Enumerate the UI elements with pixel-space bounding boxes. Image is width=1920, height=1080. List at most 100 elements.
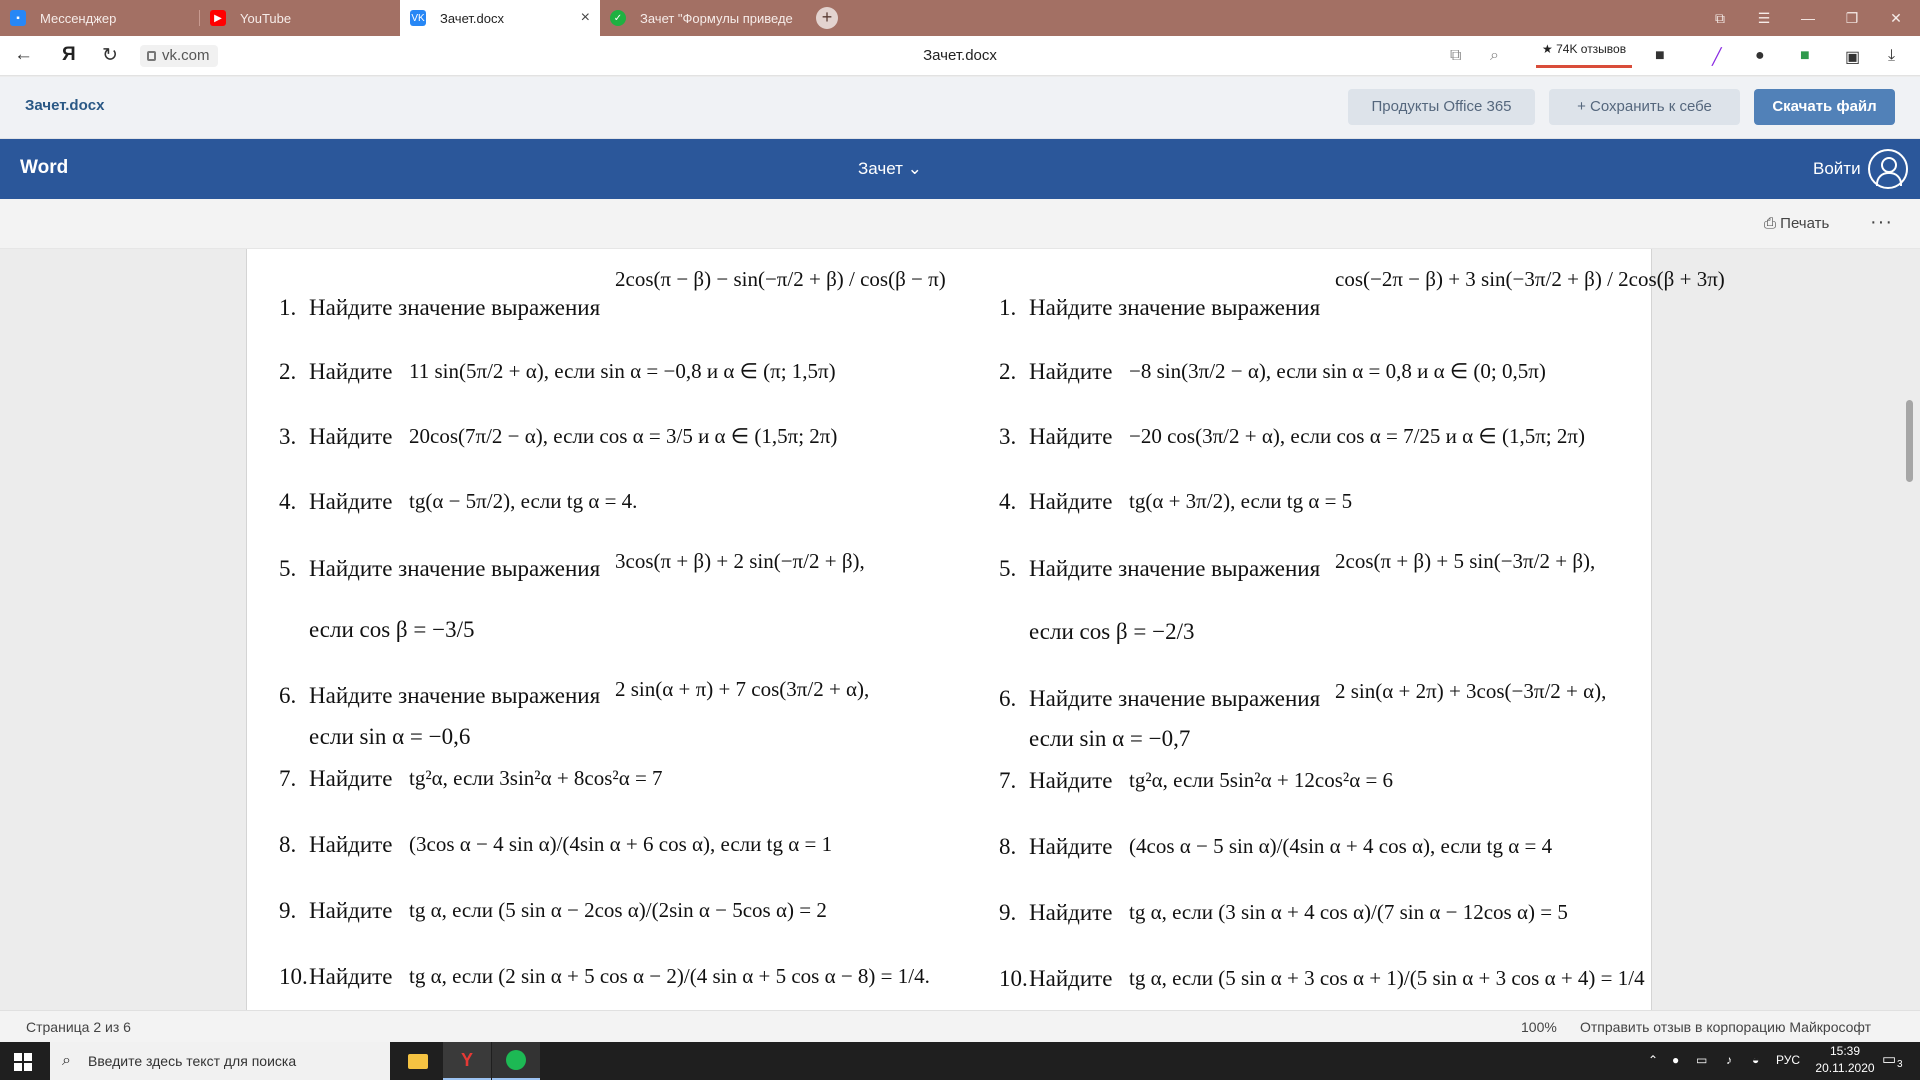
task-number: 7. [999,768,1017,793]
task-label: Найдите значение выражения [309,295,601,320]
task-item-right-5: 5. Найдите значение выражения [999,556,1320,582]
task-label: Найдите [1029,424,1113,449]
task-number: 9. [279,898,297,923]
tab-messenger[interactable]: ▪ Мессенджер [0,0,200,36]
task-expression: tg α, если (5 sin α + 3 cos α + 1)/(5 si… [1129,966,1645,990]
task-expression: −20 cos(3π/2 + α), если cos α = 7/25 и α… [1129,424,1585,448]
youtube-icon: ▶ [210,10,226,26]
pen-icon[interactable]: ╱ [1712,47,1722,67]
language-indicator[interactable]: РУС [1776,1053,1800,1067]
task-item-left-8: 8. Найдите [279,832,392,858]
lightbulb-icon[interactable]: ● [1755,47,1765,65]
task-expression: 2cos(π − β) − sin(−π/2 + β) / cos(β − π) [615,267,946,291]
spotify-icon[interactable] [492,1042,540,1080]
volume-icon[interactable]: ♪ [1726,1053,1732,1067]
task-expression: (3cos α − 4 sin α)/(4sin α + 6 cos α), е… [409,832,833,856]
task-condition: если sin α = −0,6 [309,724,471,749]
file-explorer-icon[interactable] [394,1042,442,1080]
task-item-left-3: 3. Найдите [279,424,392,450]
close-window-icon[interactable]: ✕ [1874,0,1918,36]
task-label: Найдите [309,898,393,923]
task-label: Найдите [1029,489,1113,514]
task-item-right-7: 7. Найдите [999,768,1112,794]
task-label: Найдите значение выражения [1029,686,1321,711]
task-item-right-8: 8. Найдите [999,834,1112,860]
wifi-icon[interactable]: ◒ [1752,1053,1759,1067]
task-condition: если cos β = −2/3 [1029,619,1195,644]
reviews-badge[interactable]: ★ 74K отзывов [1536,42,1633,68]
taskbar-search-box[interactable]: ⌕ Введите здесь текст для поиска [50,1042,390,1080]
restore-icon[interactable]: ❐ [1830,0,1874,36]
task-condition: если sin α = −0,7 [1029,726,1191,751]
tab-youtube[interactable]: ▶ YouTube [200,0,400,36]
tab-label: Зачет.docx [440,10,504,26]
task-label: Найдите [1029,966,1113,991]
tab-zachet-formuly[interactable]: ✓ Зачет "Формулы приведе [600,0,800,36]
address-bar: ← Я ↻ vk.com Зачет.docx ⧉ ⌕ ★ 74K отзыво… [0,36,1920,76]
more-options-button[interactable]: ··· [1870,211,1893,234]
menu-icon[interactable]: ☰ [1742,0,1786,36]
task-number: 5. [279,556,297,581]
windows-start-icon[interactable] [14,1053,32,1071]
browser-tab-strip: ▪ Мессенджер ▶ YouTube VK Зачет.docx × ✓… [0,0,1920,36]
clock-date[interactable]: 20.11.2020 [1807,1061,1883,1075]
clock-time[interactable]: 15:39 [1817,1044,1873,1058]
document-page: 1. Найдите значение выражения 2cos(π − β)… [246,249,1725,1010]
task-item-right-9: 9. Найдите [999,900,1112,926]
task-expression: cos(−2π − β) + 3 sin(−3π/2 + β) / 2cos(β… [1335,267,1725,291]
collections-icon[interactable]: ▣ [1845,47,1860,67]
zoom-icon[interactable]: ⌕ [1490,47,1499,65]
save-to-profile-button[interactable]: + Сохранить к себе [1549,89,1740,125]
windows-taskbar: ⌕ Введите здесь текст для поиска Y ⌃ ● ▭… [0,1042,1920,1080]
task-item-left-7: 7. Найдите [279,766,392,792]
task-expression: tg(α + 3π/2), если tg α = 5 [1129,489,1353,513]
task-label: Найдите [1029,768,1113,793]
network-icon[interactable]: ▭ [1696,1053,1707,1067]
bookmarks-icon[interactable]: ⧉ [1698,0,1742,36]
chevron-up-icon[interactable]: ⌃ [1648,1053,1658,1067]
user-avatar-icon[interactable] [1868,149,1908,189]
minimize-icon[interactable]: — [1786,0,1830,36]
task-expression: tg(α − 5π/2), если tg α = 4. [409,489,638,513]
task-item-left-1: 1. Найдите значение выражения [279,295,600,321]
tabs-icon[interactable]: ⧉ [1450,47,1461,65]
microphone-icon[interactable]: ● [1672,1053,1679,1067]
task-number: 9. [999,900,1017,925]
extension-icon[interactable]: ■ [1800,47,1810,65]
task-item-right-6: 6. Найдите значение выражения [999,686,1320,712]
task-expression: tg α, если (2 sin α + 5 cos α − 2)/(4 si… [409,964,930,988]
word-app-name[interactable]: Word [20,157,68,179]
task-number: 4. [279,489,297,514]
task-number: 5. [999,556,1017,581]
task-label: Найдите значение выражения [309,683,601,708]
new-tab-button[interactable]: + [816,7,838,29]
zoom-level[interactable]: 100% [1521,1019,1557,1035]
task-label: Найдите [309,766,393,791]
bookmark-icon[interactable]: ■ [1655,47,1665,65]
task-label: Найдите значение выражения [1029,295,1321,320]
task-label: Найдите значение выражения [309,556,601,581]
task-item-right-1: 1. Найдите значение выражения [999,295,1320,321]
vk-icon: VK [410,10,426,26]
signin-button[interactable]: Войти [1813,159,1861,179]
feedback-link[interactable]: Отправить отзыв в корпорацию Майкрософт [1580,1019,1871,1035]
vk-filename[interactable]: Зачет.docx [25,97,104,114]
download-icon[interactable]: ⤓ [1888,47,1895,65]
download-file-button[interactable]: Скачать файл [1754,89,1895,125]
office365-products-button[interactable]: Продукты Office 365 [1348,89,1535,125]
task-item-left-9: 9. Найдите [279,898,392,924]
task-label: Найдите [1029,834,1113,859]
print-button[interactable]: ⎙ Печать [1764,215,1829,232]
yandex-browser-icon[interactable]: Y [443,1042,491,1080]
document-title-dropdown[interactable]: Зачет ⌄ [858,159,922,179]
close-tab-icon[interactable]: × [581,9,590,27]
tab-zachet-docx[interactable]: VK Зачет.docx × [400,0,600,36]
document-viewport[interactable]: 1. Найдите значение выражения 2cos(π − β)… [0,249,1920,1010]
task-label: Найдите [1029,900,1113,925]
task-label: Найдите [309,489,393,514]
tab-label: YouTube [240,10,292,26]
task-number: 6. [999,686,1017,711]
notification-center-icon[interactable]: ▭ [1882,1050,1896,1068]
vertical-scrollbar-thumb[interactable] [1906,400,1913,482]
task-label: Найдите значение выражения [1029,556,1321,581]
